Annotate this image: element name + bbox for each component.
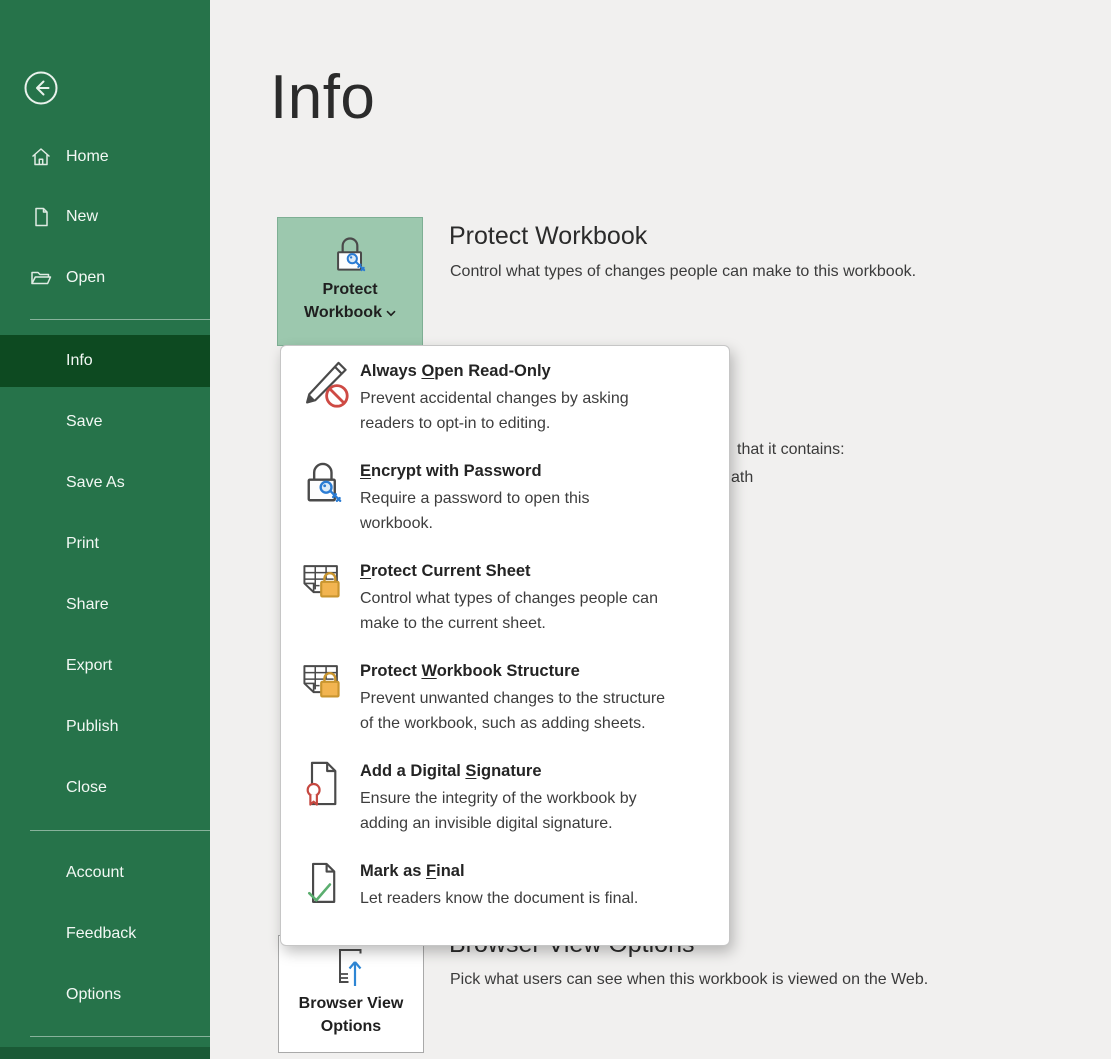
sidebar-divider (30, 1036, 210, 1037)
sidebar-item-label: Home (66, 148, 109, 166)
sidebar-divider (30, 830, 210, 831)
sidebar-item-print[interactable]: Print (0, 518, 210, 570)
menu-item-title: Protect Current Sheet (360, 559, 711, 583)
menu-item-description: Prevent accidental changes by asking rea… (360, 386, 711, 436)
sidebar-item-account[interactable]: Account (0, 847, 210, 899)
sidebar-item-close[interactable]: Close (0, 762, 210, 814)
home-icon (29, 145, 53, 169)
sidebar-item-share[interactable]: Share (0, 579, 210, 631)
menu-item-title: Add a Digital Signature (360, 759, 711, 783)
new-document-icon (29, 205, 53, 229)
back-button[interactable] (21, 68, 61, 108)
menu-item-description: Prevent unwanted changes to the structur… (360, 686, 711, 736)
page-title: Info (270, 62, 375, 133)
browser-view-icon (327, 944, 375, 992)
sidebar-item-save-as[interactable]: Save As (0, 457, 210, 509)
open-folder-icon (29, 266, 53, 290)
pencil-no-edit-icon (299, 358, 351, 410)
sidebar-item-export[interactable]: Export (0, 640, 210, 692)
menu-item-add-digital-signature[interactable]: Add a Digital Signature Ensure the integ… (281, 746, 729, 846)
sidebar-item-open[interactable]: Open (0, 252, 210, 304)
back-arrow-icon (21, 68, 61, 108)
mark-final-icon (299, 858, 351, 910)
menu-item-title: Mark as Final (360, 859, 711, 883)
sidebar-item-publish[interactable]: Publish (0, 701, 210, 753)
inspect-text-fragment: that it contains: (737, 441, 845, 459)
menu-item-protect-workbook-structure[interactable]: Protect Workbook Structure Prevent unwan… (281, 646, 729, 746)
sheet-lock-icon (299, 558, 351, 610)
menu-item-description: Control what types of changes people can… (360, 586, 711, 636)
sidebar-item-label: New (66, 208, 98, 226)
browser-view-description: Pick what users can see when this workbo… (450, 971, 928, 989)
sidebar-item-options[interactable]: Options (0, 969, 210, 1021)
sidebar-item-home[interactable]: Home (0, 131, 210, 183)
sidebar-item-save[interactable]: Save (0, 396, 210, 448)
lock-key-icon (328, 232, 372, 278)
menu-item-title: Encrypt with Password (360, 459, 711, 483)
sidebar-item-feedback[interactable]: Feedback (0, 908, 210, 960)
chevron-down-icon (386, 304, 396, 321)
menu-item-description: Require a password to open this workbook… (360, 486, 711, 536)
digital-signature-icon (299, 758, 351, 810)
menu-item-description: Ensure the integrity of the workbook by … (360, 786, 711, 836)
sidebar-item-new[interactable]: New (0, 191, 210, 243)
backstage-sidebar: Home New Open Info Save S (0, 0, 210, 1059)
inspect-text-fragment: ath (731, 469, 753, 487)
menu-item-title: Protect Workbook Structure (360, 659, 711, 683)
protect-workbook-menu: Always Open Read-Only Prevent accidental… (280, 345, 730, 946)
sidebar-bottom-strip (0, 1047, 210, 1059)
excel-backstage-info: Home New Open Info Save S (0, 0, 1111, 1059)
protect-tile-label: Protect Workbook (304, 278, 396, 324)
menu-item-encrypt-with-password[interactable]: Encrypt with Password Require a password… (281, 446, 729, 546)
browser-tile-label: Browser View Options (299, 992, 404, 1038)
menu-item-mark-as-final[interactable]: Mark as Final Let readers know the docum… (281, 846, 729, 946)
menu-item-protect-current-sheet[interactable]: Protect Current Sheet Control what types… (281, 546, 729, 646)
protect-workbook-button[interactable]: Protect Workbook (277, 217, 423, 346)
sidebar-item-label: Open (66, 269, 105, 287)
workbook-lock-icon (299, 658, 351, 710)
menu-item-title: Always Open Read-Only (360, 359, 711, 383)
sidebar-item-info[interactable]: Info (0, 335, 210, 387)
sidebar-divider (30, 319, 210, 320)
protect-workbook-description: Control what types of changes people can… (450, 263, 916, 281)
protect-workbook-heading: Protect Workbook (449, 222, 647, 251)
lock-key-icon (299, 458, 351, 510)
menu-item-always-open-read-only[interactable]: Always Open Read-Only Prevent accidental… (281, 346, 729, 446)
menu-item-description: Let readers know the document is final. (360, 886, 711, 911)
browser-view-options-button[interactable]: Browser View Options (278, 935, 424, 1053)
